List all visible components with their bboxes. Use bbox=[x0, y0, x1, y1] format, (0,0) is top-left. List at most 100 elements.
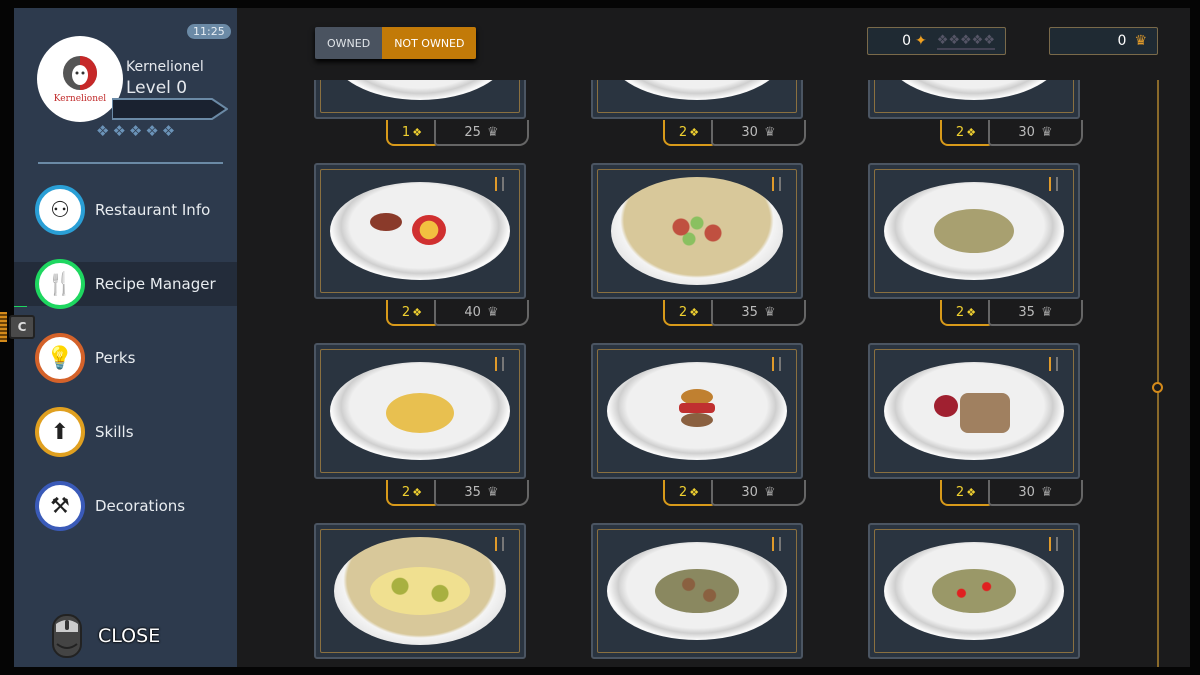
chef-hat-icon: ♛ bbox=[1134, 33, 1147, 49]
recipe-image bbox=[868, 523, 1080, 659]
dish-gnocchi bbox=[330, 362, 510, 460]
level-value: 2 bbox=[955, 304, 965, 320]
recipe-image bbox=[314, 523, 526, 659]
chef-hat-icon: ♛ bbox=[1040, 484, 1053, 500]
sidebar-item-restaurant-info[interactable]: ⚇ Restaurant Info bbox=[14, 185, 237, 235]
recipe-image bbox=[868, 163, 1080, 299]
recipe-status-icon bbox=[772, 177, 781, 191]
lion-logo-icon bbox=[63, 56, 97, 90]
sidebar-item-label: Restaurant Info bbox=[95, 201, 211, 219]
sidebar-item-perks[interactable]: 💡 Perks bbox=[14, 333, 237, 383]
sidebar-item-label: Recipe Manager bbox=[95, 275, 216, 293]
recipe-cost: 40 ♛ bbox=[434, 300, 529, 326]
recipe-status-icon bbox=[772, 357, 781, 371]
recipe-badges: 2 ❖ 35 ♛ bbox=[940, 300, 1083, 326]
filter-owned-button[interactable]: OWNED bbox=[315, 27, 383, 59]
recipe-status-icon bbox=[495, 177, 504, 191]
recipe-badges: 2 ❖ 35 ♛ bbox=[663, 300, 806, 326]
dish-burger bbox=[607, 362, 787, 460]
arrow-up-icon: ⬆ bbox=[35, 407, 85, 457]
close-label: CLOSE bbox=[98, 625, 161, 647]
chef-hat-icon: ♛ bbox=[486, 124, 499, 140]
username: Kernelionel bbox=[126, 59, 204, 75]
xp-bar bbox=[112, 98, 228, 120]
sidebar-item-label: Perks bbox=[95, 349, 136, 367]
chef-hat-icon: ♛ bbox=[486, 304, 499, 320]
dish-mushroom-pasta bbox=[607, 542, 787, 640]
sidebar: 11:25 Kernelionel Kernelionel Level 0 ❖❖… bbox=[14, 8, 237, 667]
chef-hat-icon: ♛ bbox=[763, 484, 776, 500]
recipe-status-icon bbox=[495, 537, 504, 551]
level-value: 2 bbox=[955, 124, 965, 140]
sidebar-item-skills[interactable]: ⬆ Skills bbox=[14, 407, 237, 457]
recipe-image bbox=[314, 163, 526, 299]
hotkey-tab[interactable]: C bbox=[0, 312, 38, 342]
chef-hat-icon: ♛ bbox=[763, 304, 776, 320]
recipe-badges: 2 ❖ 30 ♛ bbox=[663, 120, 806, 146]
sidebar-item-recipe-manager[interactable]: 🍴 Recipe Manager bbox=[14, 259, 237, 309]
clock: 11:25 bbox=[187, 24, 231, 39]
rating-stars: ❖❖❖❖❖ bbox=[96, 122, 179, 140]
level-star-icon: ❖ bbox=[412, 305, 423, 319]
cost-value: 35 bbox=[1018, 304, 1035, 320]
level-value: 2 bbox=[678, 124, 688, 140]
recipe-cost: 35 ♛ bbox=[434, 480, 529, 506]
recipe-cost: 30 ♛ bbox=[988, 120, 1083, 146]
recipe-level: 2 ❖ bbox=[386, 480, 438, 506]
scrollbar-thumb[interactable] bbox=[1152, 382, 1163, 393]
chef-points-count: 0 bbox=[1117, 33, 1127, 49]
level-value: 2 bbox=[401, 484, 411, 500]
recipe-image bbox=[591, 343, 803, 479]
recipe-image bbox=[314, 80, 526, 119]
level-value: 1 bbox=[401, 124, 411, 140]
recipe-status-icon bbox=[1049, 537, 1058, 551]
cost-value: 30 bbox=[1018, 124, 1035, 140]
scrollbar-track[interactable] bbox=[1157, 80, 1159, 667]
cost-value: 40 bbox=[464, 304, 481, 320]
close-button[interactable]: CLOSE bbox=[52, 614, 160, 658]
recipe-cost: 30 ♛ bbox=[711, 480, 806, 506]
recipe-image bbox=[314, 343, 526, 479]
cost-value: 35 bbox=[741, 304, 758, 320]
chef-hat-icon: ♛ bbox=[1040, 304, 1053, 320]
recipe-cost: 30 ♛ bbox=[988, 480, 1083, 506]
chef-hat-icon: ♛ bbox=[1040, 124, 1053, 140]
recipe-badges: 2 ❖ 40 ♛ bbox=[386, 300, 529, 326]
dish-pasta bbox=[884, 182, 1064, 280]
recipe-image bbox=[868, 343, 1080, 479]
recipe-level: 2 ❖ bbox=[940, 300, 992, 326]
chef-hat-icon: ♛ bbox=[486, 484, 499, 500]
avatar: Kernelionel bbox=[37, 36, 123, 122]
dish-soup-sausage bbox=[611, 177, 783, 285]
lightbulb-icon: 💡 bbox=[35, 333, 85, 383]
level-star-icon: ❖ bbox=[966, 125, 977, 139]
recipe-level: 2 ❖ bbox=[940, 120, 992, 146]
recipe-level: 2 ❖ bbox=[663, 120, 715, 146]
recipe-level: 2 ❖ bbox=[940, 480, 992, 506]
tab-stripe bbox=[0, 312, 7, 342]
hotkey-c: C bbox=[9, 315, 35, 339]
level-value: 2 bbox=[401, 304, 411, 320]
recipe-level: 2 ❖ bbox=[663, 480, 715, 506]
restaurant-icon: ⚇ bbox=[35, 185, 85, 235]
chef-hat-icon: ♛ bbox=[763, 124, 776, 140]
recipe-badges: 1 ❖ 25 ♛ bbox=[386, 120, 529, 146]
dish-tomato-pasta bbox=[884, 542, 1064, 640]
level-value: 2 bbox=[678, 484, 688, 500]
cost-value: 30 bbox=[1018, 484, 1035, 500]
level-value: 2 bbox=[678, 304, 688, 320]
sidebar-item-decorations[interactable]: ⚒ Decorations bbox=[14, 481, 237, 531]
filter-not-owned-button[interactable]: NOT OWNED bbox=[382, 27, 477, 59]
cutlery-icon: 🍴 bbox=[35, 259, 85, 309]
recipe-image bbox=[591, 80, 803, 119]
recipe-image bbox=[591, 163, 803, 299]
recipe-level: 1 ❖ bbox=[386, 120, 438, 146]
recipe-level: 2 ❖ bbox=[663, 300, 715, 326]
level-star-icon: ❖ bbox=[689, 305, 700, 319]
recipe-image bbox=[591, 523, 803, 659]
level-star-icon: ❖ bbox=[966, 485, 977, 499]
recipe-cost: 35 ♛ bbox=[711, 300, 806, 326]
level-star-icon: ❖ bbox=[412, 485, 423, 499]
cost-value: 30 bbox=[741, 484, 758, 500]
divider bbox=[38, 162, 223, 164]
